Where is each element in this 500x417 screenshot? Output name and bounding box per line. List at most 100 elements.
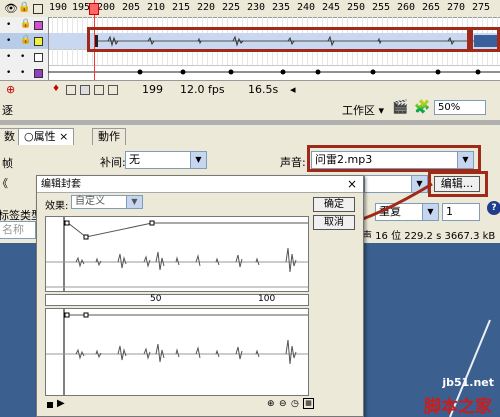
tick-label: 275 <box>472 2 491 13</box>
edit-multiple-icon[interactable] <box>94 85 104 95</box>
seconds-icon[interactable]: ◷ <box>291 399 299 409</box>
lock-dot-icon[interactable]: • <box>20 52 25 62</box>
onion-outline-icon[interactable] <box>80 85 90 95</box>
playhead-handle[interactable] <box>89 3 99 15</box>
layer-color-icon[interactable] <box>34 21 43 30</box>
tab-properties-label: ○属性 <box>24 130 56 143</box>
right-channel-panel[interactable] <box>45 308 309 396</box>
tick-label: 220 <box>197 2 216 13</box>
stop-icon[interactable] <box>47 402 53 408</box>
ok-button[interactable]: 确定 <box>313 197 355 212</box>
tick-label: 265 <box>422 2 441 13</box>
highlight-sound-select <box>307 145 481 172</box>
timeline-status-bar: ⊕ ♦ 199 12.0 fps 16.5s ◂ <box>0 80 500 99</box>
lock-icon[interactable]: 🔒 <box>18 2 30 13</box>
stage-label: 逐 <box>2 104 13 117</box>
effect-select[interactable]: 自定义 ▼ <box>71 195 143 209</box>
tick-label: 215 <box>172 2 191 13</box>
tween-keyframes[interactable] <box>48 65 500 80</box>
layer-color-icon[interactable] <box>34 37 43 46</box>
layer-controls[interactable]: • 🔒 <box>0 33 49 49</box>
dialog-titlebar: 编辑封套 × <box>37 176 363 193</box>
layer-row[interactable]: • • <box>0 65 500 81</box>
onion-markers-icon[interactable] <box>108 85 118 95</box>
close-icon[interactable]: × <box>347 176 357 193</box>
edit-envelope-dialog: 编辑封套 × 效果: 自定义 ▼ 确定 取消 50 100 ▶ ⊕ ⊖ ◷ ▦ <box>36 175 364 417</box>
edit-symbol-icon[interactable]: 🧩 <box>414 100 430 115</box>
visibility-dot-icon[interactable]: • <box>6 52 11 62</box>
onion-skin-icon[interactable] <box>66 85 76 95</box>
zoom-value: 50% <box>438 102 461 113</box>
zoom-input[interactable]: 50% <box>434 100 486 115</box>
tween-label: 补间: <box>100 156 126 169</box>
current-frame: 199 <box>142 83 163 96</box>
tick-label: 225 <box>222 2 241 13</box>
workspace-label: 工作区 <box>342 104 375 117</box>
close-tab-icon[interactable]: × <box>59 130 68 143</box>
highlight-sound-end <box>470 27 500 52</box>
frame-name-input[interactable]: 名称 <box>0 221 36 239</box>
effect-label: 效果: <box>45 201 69 212</box>
highlight-sound-start <box>87 27 470 52</box>
left-channel-waveform[interactable] <box>46 217 308 291</box>
frames-icon[interactable]: ▦ <box>303 398 314 409</box>
watermark-site: jb51.net <box>442 376 494 389</box>
tick-label: 210 <box>147 2 166 13</box>
timeline: 👁 🔒 190 195 200 205 210 215 220 225 230 … <box>0 0 500 99</box>
frame-ruler[interactable]: 👁 🔒 190 195 200 205 210 215 220 225 230 … <box>0 0 500 18</box>
tab-properties[interactable]: ○属性 × <box>18 128 75 145</box>
tick-label: 270 <box>447 2 466 13</box>
time-ruler: 50 100 <box>45 294 309 306</box>
name-placeholder: 名称 <box>2 223 24 236</box>
left-channel-panel[interactable] <box>45 216 309 292</box>
tick-label: 250 <box>347 2 366 13</box>
ruler-label: 100 <box>258 294 276 304</box>
frame-rate: 12.0 fps <box>180 83 225 96</box>
layer-color-icon[interactable] <box>34 53 43 62</box>
panel-tabs: 数 ○属性 × 動作 <box>0 125 500 146</box>
tick-label: 200 <box>97 2 116 13</box>
visibility-dot-icon[interactable]: • <box>6 68 11 78</box>
tab-actions[interactable]: 動作 <box>92 128 126 145</box>
lock-icon[interactable]: 🔒 <box>20 19 31 29</box>
chevron-down-icon: ▼ <box>126 196 142 208</box>
tween-select[interactable]: 无 ▼ <box>125 151 207 169</box>
tick-label: 240 <box>297 2 316 13</box>
sound-label: 声音: <box>280 156 306 169</box>
eye-icon[interactable]: 👁 <box>4 2 18 15</box>
layer-controls[interactable]: • 🔒 <box>0 17 49 33</box>
tick-label: 260 <box>397 2 416 13</box>
elapsed-time: 16.5s <box>248 83 279 96</box>
layer-color-icon[interactable] <box>34 69 43 78</box>
tick-label: 255 <box>372 2 391 13</box>
layer-controls[interactable]: • • <box>0 65 49 80</box>
cancel-button[interactable]: 取消 <box>313 215 355 230</box>
outline-icon[interactable] <box>33 4 43 14</box>
visibility-dot-icon[interactable]: • <box>6 20 11 30</box>
watermark-name: 脚本之家 <box>424 397 492 417</box>
workspace-menu[interactable]: 工作区 ▾ <box>342 102 384 118</box>
tick-label: 205 <box>122 2 141 13</box>
layer-controls[interactable]: • • <box>0 49 49 65</box>
tick-label: 230 <box>247 2 266 13</box>
lock-dot-icon[interactable]: • <box>20 68 25 78</box>
lock-icon[interactable]: 🔒 <box>20 35 31 45</box>
effect-value: 自定义 <box>75 196 105 207</box>
edit-scene-icon[interactable]: 🎬 <box>392 100 408 115</box>
frame-label-arrow: 《 <box>0 175 8 191</box>
right-channel-waveform[interactable] <box>46 309 308 395</box>
workspace-bar: 逐 工作区 ▾ 🎬 🧩 50% <box>0 98 500 121</box>
frame-label: 帧 <box>2 157 13 170</box>
zoom-in-icon[interactable]: ⊕ <box>267 399 275 409</box>
center-frame-icon[interactable]: ♦ <box>52 84 60 94</box>
play-icon[interactable]: ▶ <box>57 398 65 409</box>
tick-label: 195 <box>72 2 91 13</box>
tick-label: 245 <box>322 2 341 13</box>
chevron-down-icon: ▼ <box>190 152 206 168</box>
visibility-dot-icon[interactable]: • <box>6 36 11 46</box>
delete-layer-icon[interactable]: ⊕ <box>6 83 15 96</box>
tween-value: 无 <box>129 153 140 166</box>
scroll-left-icon[interactable]: ◂ <box>290 83 296 96</box>
zoom-out-icon[interactable]: ⊖ <box>279 399 287 409</box>
tick-label: 235 <box>272 2 291 13</box>
